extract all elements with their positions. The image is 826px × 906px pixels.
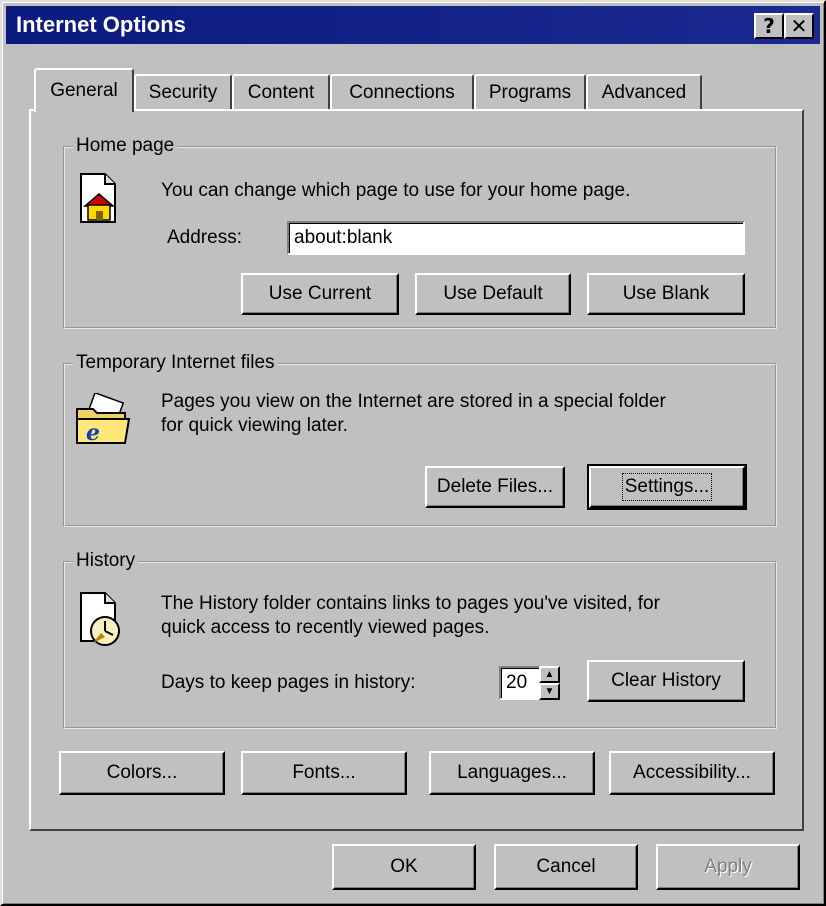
use-default-button[interactable]: Use Default — [415, 273, 571, 315]
button-label: Use Current — [268, 283, 372, 304]
tab-label: Content — [247, 82, 315, 103]
history-description-2: quick access to recently viewed pages. — [161, 617, 490, 638]
fonts-button[interactable]: Fonts... — [241, 751, 407, 795]
history-group: History The History folder contains link… — [63, 550, 777, 729]
group-label: Temporary Internet files — [73, 352, 278, 374]
button-label: Colors... — [106, 762, 178, 783]
close-icon: ✕ — [790, 14, 808, 38]
button-label: Cancel — [536, 856, 596, 877]
tab-security[interactable]: Security — [134, 74, 232, 110]
tab-label: Advanced — [601, 82, 687, 103]
internet-options-dialog: Internet Options ? ✕ General Security Co… — [0, 0, 826, 906]
help-icon: ? — [763, 14, 775, 38]
tab-label: Security — [148, 82, 218, 103]
tab-content[interactable]: Content — [232, 74, 330, 110]
ie-folder-icon: e — [76, 393, 131, 446]
spin-down-button[interactable]: ▼ — [539, 683, 560, 700]
button-label: Languages... — [457, 762, 567, 783]
button-label: OK — [390, 856, 418, 877]
colors-button[interactable]: Colors... — [59, 751, 225, 795]
button-label: Use Default — [443, 283, 543, 304]
home-page-group: Home page You can change which page to u… — [63, 135, 777, 329]
temp-files-description-1: Pages you view on the Internet are store… — [161, 391, 666, 412]
ok-button[interactable]: OK — [332, 844, 476, 890]
history-clock-icon — [80, 592, 120, 646]
tab-connections[interactable]: Connections — [330, 74, 474, 110]
group-label: History — [73, 550, 139, 572]
days-to-keep-field[interactable]: 20 — [499, 666, 541, 700]
clear-history-button[interactable]: Clear History — [587, 660, 745, 702]
button-label: Delete Files... — [436, 476, 554, 497]
tab-programs[interactable]: Programs — [474, 74, 586, 110]
accessibility-button[interactable]: Accessibility... — [609, 751, 775, 795]
delete-files-button[interactable]: Delete Files... — [425, 466, 565, 508]
button-label: Fonts... — [292, 762, 356, 783]
tab-general[interactable]: General — [34, 68, 134, 112]
use-blank-button[interactable]: Use Blank — [587, 273, 745, 315]
address-field[interactable]: about:blank — [287, 221, 745, 255]
tab-label: Programs — [488, 82, 572, 103]
days-to-keep-label: Days to keep pages in history: — [161, 672, 416, 693]
spin-up-button[interactable]: ▲ — [539, 666, 560, 683]
button-label: Use Blank — [622, 283, 710, 304]
arrow-down-icon: ▼ — [544, 686, 555, 697]
window-title: Internet Options — [16, 12, 186, 37]
help-button[interactable]: ? — [754, 13, 784, 39]
arrow-up-icon: ▲ — [544, 669, 555, 680]
tab-advanced[interactable]: Advanced — [586, 74, 702, 110]
cancel-button[interactable]: Cancel — [494, 844, 638, 890]
apply-button[interactable]: Apply — [656, 844, 800, 890]
group-label: Home page — [73, 135, 178, 157]
general-tab-panel: Home page You can change which page to u… — [29, 109, 804, 831]
button-label: Apply — [704, 856, 752, 877]
button-label: Clear History — [611, 670, 721, 691]
languages-button[interactable]: Languages... — [429, 751, 595, 795]
temp-files-description-2: for quick viewing later. — [161, 415, 348, 436]
history-description-1: The History folder contains links to pag… — [161, 593, 660, 614]
address-label: Address: — [167, 227, 242, 248]
title-bar[interactable]: Internet Options ? ✕ — [6, 6, 820, 44]
close-button[interactable]: ✕ — [784, 13, 814, 39]
svg-text:e: e — [86, 420, 100, 446]
tab-label: General — [50, 80, 118, 101]
temp-internet-files-group: Temporary Internet files e Pages you vie… — [63, 352, 777, 527]
home-page-description: You can change which page to use for you… — [161, 180, 631, 201]
settings-button[interactable]: Settings... — [587, 464, 747, 510]
button-label: Accessibility... — [633, 762, 751, 783]
home-page-icon — [80, 173, 116, 223]
use-current-button[interactable]: Use Current — [241, 273, 399, 315]
button-label: Settings... — [621, 473, 713, 501]
tab-label: Connections — [349, 82, 455, 103]
